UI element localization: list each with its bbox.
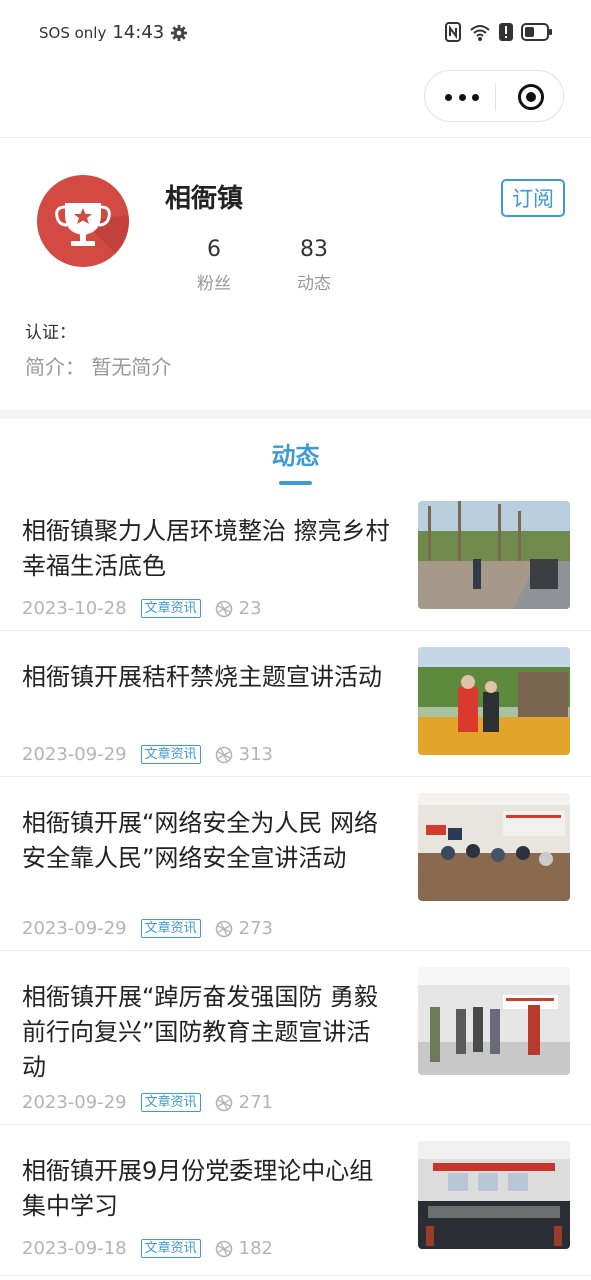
article-thumbnail xyxy=(418,1141,570,1249)
header-divider xyxy=(0,137,591,138)
posts-count: 83 xyxy=(300,237,328,262)
tab-posts[interactable]: 动态 xyxy=(0,436,591,471)
trophy-icon xyxy=(55,203,129,267)
list-item[interactable]: 相衙镇开展“网络安全为人民 网络安全靠人民”网络安全宣讲活动 2023-09-2… xyxy=(0,777,591,950)
intro-text: 简介： 暂无简介 xyxy=(25,355,172,379)
article-thumbnail xyxy=(418,967,570,1075)
view-count: 182 xyxy=(215,1238,273,1259)
clock: 14:43 xyxy=(112,22,165,43)
capsule-menu xyxy=(424,70,564,122)
view-count: 23 xyxy=(215,598,262,619)
article-tag: 文章资讯 xyxy=(140,1239,201,1258)
posts-label: 动态 xyxy=(297,274,331,294)
tab-indicator xyxy=(279,481,312,485)
article-thumbnail xyxy=(418,793,570,901)
article-title: 相衙镇聚力人居环境整治 擦亮乡村幸福生活底色 xyxy=(22,517,390,580)
list-item[interactable]: 相衙镇开展“踔厉奋发强国防 勇毅前行向复兴”国防教育主题宣讲活动 2023-09… xyxy=(0,951,591,1124)
views-number: 273 xyxy=(238,918,273,939)
list-item[interactable]: 相衙镇开展秸秆禁烧主题宣讲活动 2023-09-29 文章资讯 313 xyxy=(0,631,591,776)
subscribe-button[interactable]: 订阅 xyxy=(501,179,565,217)
close-target-icon[interactable] xyxy=(517,83,545,111)
alert-icon xyxy=(499,23,513,41)
views-icon xyxy=(215,1240,232,1257)
article-thumbnail xyxy=(418,501,570,609)
article-meta: 2023-09-29 文章资讯 313 xyxy=(22,744,273,765)
article-date: 2023-10-28 xyxy=(22,598,127,619)
views-icon xyxy=(215,600,232,617)
views-number: 313 xyxy=(238,744,273,765)
article-meta: 2023-10-28 文章资讯 23 xyxy=(22,598,262,619)
article-date: 2023-09-29 xyxy=(22,918,127,939)
more-icon[interactable] xyxy=(445,87,479,107)
list-item[interactable]: 相衙镇聚力人居环境整治 擦亮乡村幸福生活底色 2023-10-28 文章资讯 2… xyxy=(0,495,591,630)
view-count: 313 xyxy=(215,744,273,765)
wifi-icon xyxy=(470,25,490,41)
article-title: 相衙镇开展秸秆禁烧主题宣讲活动 xyxy=(22,663,382,691)
article-thumbnail xyxy=(418,647,570,755)
carrier-text: SOS only xyxy=(39,23,107,42)
view-count: 271 xyxy=(215,1092,273,1113)
stat-posts[interactable]: 83 动态 xyxy=(274,237,354,294)
views-icon xyxy=(215,746,232,763)
battery-icon xyxy=(521,23,552,41)
article-date: 2023-09-29 xyxy=(22,744,127,765)
views-icon xyxy=(215,1094,232,1111)
views-number: 271 xyxy=(238,1092,273,1113)
capsule-divider xyxy=(495,83,496,111)
avatar xyxy=(37,175,129,267)
list-item[interactable]: 相衙镇开展9月份党委理论中心组集中学习 2023-09-18 文章资讯 182 xyxy=(0,1125,591,1275)
view-count: 273 xyxy=(215,918,273,939)
article-tag: 文章资讯 xyxy=(140,745,201,764)
article-meta: 2023-09-29 文章资讯 271 xyxy=(22,1092,273,1113)
article-title: 相衙镇开展“网络安全为人民 网络安全靠人民”网络安全宣讲活动 xyxy=(22,809,379,872)
article-tag: 文章资讯 xyxy=(140,919,201,938)
article-tag: 文章资讯 xyxy=(140,1093,201,1112)
article-date: 2023-09-29 xyxy=(22,1092,127,1113)
nfc-icon xyxy=(445,22,461,42)
article-meta: 2023-09-18 文章资讯 182 xyxy=(22,1238,273,1259)
article-meta: 2023-09-29 文章资讯 273 xyxy=(22,918,273,939)
article-title: 相衙镇开展“踔厉奋发强国防 勇毅前行向复兴”国防教育主题宣讲活动 xyxy=(22,983,379,1081)
stat-fans[interactable]: 6 粉丝 xyxy=(174,237,254,294)
views-number: 23 xyxy=(238,598,262,619)
article-date: 2023-09-18 xyxy=(22,1238,127,1259)
settings-gear-icon xyxy=(171,24,188,41)
fans-count: 6 xyxy=(207,237,221,262)
section-separator xyxy=(0,410,591,419)
views-icon xyxy=(215,920,232,937)
article-title: 相衙镇开展9月份党委理论中心组集中学习 xyxy=(22,1157,374,1220)
fans-label: 粉丝 xyxy=(197,274,231,294)
list-divider xyxy=(0,1275,591,1276)
account-name: 相衙镇 xyxy=(165,184,244,214)
status-bar: SOS only 14:43 xyxy=(0,0,591,66)
views-number: 182 xyxy=(238,1238,273,1259)
article-tag: 文章资讯 xyxy=(140,599,201,618)
certification-text: 认证： xyxy=(25,323,76,343)
